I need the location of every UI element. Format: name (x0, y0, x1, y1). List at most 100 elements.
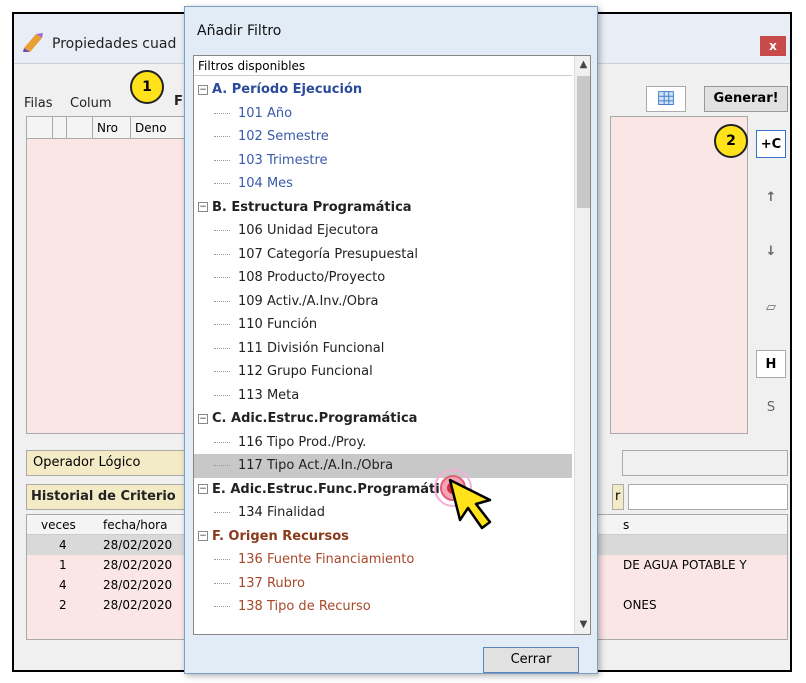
filter-item[interactable]: 111 División Funcional (194, 337, 572, 361)
col-header (67, 117, 93, 139)
tree-connector (214, 501, 230, 513)
filter-item-label: F. Origen Recursos (212, 528, 349, 544)
filter-group[interactable]: − B. Estructura Programática (194, 196, 572, 220)
side-toolbar: +C ↑ ↓ ▱ H S (756, 124, 788, 424)
cell-fecha: 28/02/2020 (103, 578, 173, 592)
close-button[interactable]: x (760, 36, 786, 56)
s-button[interactable]: S (756, 394, 786, 422)
filter-item-label: C. Adic.Estruc.Programática (212, 411, 418, 426)
generate-button[interactable]: Generar! (704, 86, 788, 112)
move-down-button[interactable]: ↓ (756, 238, 786, 266)
col-header-fecha: fecha/hora (103, 518, 168, 532)
filter-item-label: 134 Finalidad (238, 505, 325, 520)
tree-connector (214, 384, 230, 396)
tree-connector (214, 572, 230, 584)
col-header-veces: veces (41, 518, 76, 532)
tree-connector (214, 125, 230, 137)
filter-group[interactable]: − E. Adic.Estruc.Func.Programática (194, 478, 572, 502)
h-button[interactable]: H (756, 350, 786, 378)
filter-item[interactable]: 103 Trimestre (194, 149, 572, 173)
tree-connector (214, 313, 230, 325)
collapse-icon[interactable]: − (198, 202, 208, 212)
move-up-button[interactable]: ↑ (756, 184, 786, 212)
tab-filas[interactable]: Filas (24, 96, 53, 111)
filter-item[interactable]: 113 Meta (194, 384, 572, 408)
filter-item[interactable]: 117 Tipo Act./A.In./Obra (194, 454, 572, 478)
filter-item[interactable]: 107 Categoría Presupuestal (194, 243, 572, 267)
filter-item[interactable]: 106 Unidad Ejecutora (194, 219, 572, 243)
filter-group[interactable]: − C. Adic.Estruc.Programática (194, 407, 572, 431)
tab-columnas[interactable]: Colum (70, 96, 112, 111)
filter-group[interactable]: − F. Origen Recursos (194, 525, 572, 549)
tree-connector (214, 548, 230, 560)
collapse-icon[interactable]: − (198, 531, 208, 541)
window-title: Propiedades cuad (52, 36, 177, 52)
filter-item-label: E. Adic.Estruc.Func.Programática (212, 481, 457, 497)
tree-connector (214, 243, 230, 255)
step-badge-2: 2 (714, 124, 748, 158)
history-search-input[interactable] (628, 484, 788, 510)
filter-group[interactable]: − A. Período Ejecución (194, 78, 572, 102)
filter-item-label: 113 Meta (238, 387, 300, 403)
filter-item[interactable]: 110 Función (194, 313, 572, 337)
filter-item[interactable]: 137 Rubro (194, 572, 572, 596)
tree-connector (214, 149, 230, 161)
history-search: r (612, 484, 788, 510)
left-grid: Nro Deno (26, 116, 194, 434)
scroll-thumb[interactable] (577, 76, 590, 208)
filter-item[interactable]: 102 Semestre (194, 125, 572, 149)
tree-connector (214, 290, 230, 302)
operator-field[interactable] (622, 450, 788, 476)
filter-item[interactable]: 101 Año (194, 102, 572, 126)
filter-item[interactable]: 116 Tipo Prod./Proy. (194, 431, 572, 455)
cell-veces: 4 (59, 538, 67, 552)
history-label: Historial de Criterio (26, 484, 194, 510)
scroll-down-icon[interactable]: ▼ (575, 616, 590, 634)
dialog-title: Añadir Filtro (197, 23, 282, 39)
scrollbar[interactable]: ▲ ▼ (574, 56, 590, 634)
tree-connector (214, 172, 230, 184)
cell-fecha: 28/02/2020 (103, 558, 173, 572)
filter-item[interactable]: 134 Finalidad (194, 501, 572, 525)
collapse-icon[interactable]: − (198, 484, 208, 494)
grid-view-button[interactable] (646, 86, 686, 112)
tree-connector (214, 266, 230, 278)
filter-item[interactable]: 136 Fuente Financiamiento (194, 548, 572, 572)
filter-item[interactable]: 104 Mes (194, 172, 572, 196)
collapse-icon[interactable]: − (198, 84, 208, 95)
filter-item[interactable]: 109 Activ./A.Inv./Obra (194, 290, 572, 314)
close-dialog-button[interactable]: Cerrar (483, 647, 579, 673)
filter-item-label: 137 Rubro (238, 575, 305, 591)
cell-desc: DE AGUA POTABLE Y (623, 558, 747, 572)
filter-item-label: B. Estructura Programática (212, 199, 412, 215)
filter-item-label: 101 Año (238, 105, 293, 121)
filter-item[interactable]: 138 Tipo de Recurso (194, 595, 572, 619)
filter-list[interactable]: Filtros disponibles − A. Período Ejecució… (193, 55, 591, 635)
filter-item-label: 109 Activ./A.Inv./Obra (238, 293, 379, 309)
tree-connector (214, 102, 230, 114)
col-header (27, 117, 53, 139)
cell-fecha: 28/02/2020 (103, 538, 173, 552)
add-column-button[interactable]: +C (756, 130, 786, 158)
filter-item-label: A. Período Ejecución (212, 82, 363, 97)
filter-item-label: 106 Unidad Ejecutora (238, 223, 379, 238)
filter-item[interactable]: 112 Grupo Funcional (194, 360, 572, 384)
cell-fecha: 28/02/2020 (103, 598, 173, 612)
right-grid (610, 116, 748, 434)
filter-item-label: 104 Mes (238, 176, 293, 191)
eraser-button[interactable]: ▱ (756, 294, 786, 322)
scroll-up-icon[interactable]: ▲ (575, 56, 590, 74)
filter-item-label: 116 Tipo Prod./Proy. (238, 434, 367, 450)
cell-veces: 2 (59, 598, 67, 612)
filter-item[interactable]: 108 Producto/Proyecto (194, 266, 572, 290)
col-header-desc: s (623, 518, 630, 532)
collapse-icon[interactable]: − (198, 413, 208, 424)
filter-item-label: 107 Categoría Presupuestal (238, 246, 418, 262)
step-badge-1: 1 (130, 70, 164, 104)
col-header (53, 117, 67, 139)
tree-connector (214, 337, 230, 349)
tree-connector (214, 454, 230, 466)
tree-connector (214, 219, 230, 231)
cell-veces: 1 (59, 558, 67, 572)
tree-connector (214, 431, 230, 443)
